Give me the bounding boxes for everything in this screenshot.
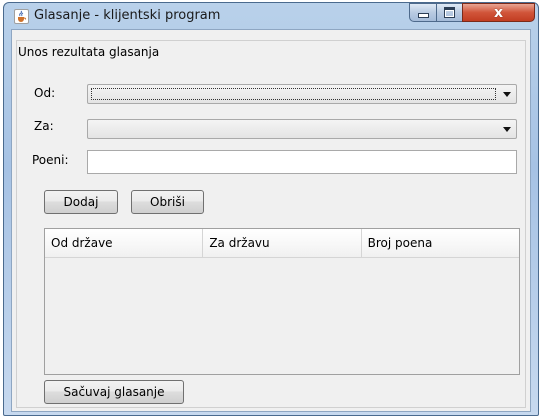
maximize-icon [444, 7, 455, 18]
od-combobox[interactable] [87, 84, 517, 104]
save-button[interactable]: Sačuvaj glasanje [44, 380, 184, 404]
focus-indicator [91, 88, 496, 100]
minimize-button[interactable] [409, 3, 437, 22]
close-icon: x [493, 4, 504, 21]
title-bar[interactable]: Glasanje - klijentski program x [4, 3, 538, 29]
java-cup-icon[interactable] [14, 9, 29, 24]
window-title: Glasanje - klijentski program [34, 8, 221, 23]
za-combobox[interactable] [87, 119, 517, 139]
add-button[interactable]: Dodaj [44, 190, 118, 214]
od-label: Od: [34, 86, 56, 100]
chevron-down-icon[interactable] [503, 92, 511, 97]
minimize-icon [417, 13, 429, 18]
poeni-label: Poeni: [32, 153, 69, 167]
table-body[interactable] [45, 258, 519, 374]
column-header-za-drzavu[interactable]: Za državu [203, 229, 362, 257]
maximize-button[interactable] [436, 3, 463, 22]
column-header-od-drzave[interactable]: Od države [45, 229, 204, 257]
chevron-down-icon[interactable] [503, 127, 511, 132]
za-label: Za: [34, 119, 54, 133]
delete-button[interactable]: Obriši [131, 190, 204, 214]
column-header-broj-poena[interactable]: Broj poena [362, 229, 519, 257]
app-window: Glasanje - klijentski program x Unos rez… [3, 2, 539, 416]
group-title: Unos rezultata glasanja [17, 45, 162, 59]
poeni-input[interactable] [87, 150, 517, 174]
votes-table[interactable]: Od države Za državu Broj poena [44, 228, 520, 375]
client-area: Unos rezultata glasanja Od: Za: Poeni: D… [11, 29, 531, 412]
close-button[interactable]: x [462, 3, 535, 22]
table-header: Od države Za državu Broj poena [45, 229, 519, 258]
